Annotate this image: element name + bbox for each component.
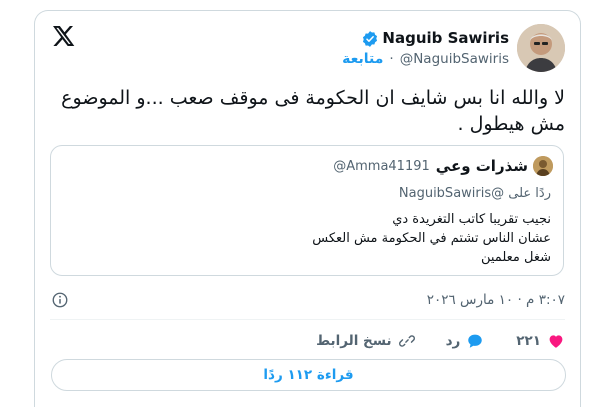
link-icon — [398, 335, 415, 347]
heart-icon — [549, 335, 563, 348]
author-avatar[interactable] — [517, 24, 565, 72]
reply-prefix: ردًا على — [508, 186, 551, 201]
copy-link-label: نسخ الرابط — [316, 333, 392, 349]
author-names: Naguib Sawiris متابعة · @NaguibSawiris — [342, 29, 509, 67]
read-replies-button[interactable]: قراءة ١١٢ ردًا — [51, 359, 566, 391]
verified-badge-icon — [363, 30, 378, 47]
like-button[interactable]: ٢٢١ — [516, 332, 565, 350]
quoted-author-handle[interactable]: @Amma41191 — [333, 159, 430, 174]
author-block[interactable]: Naguib Sawiris متابعة · @NaguibSawiris — [342, 23, 565, 73]
tweet-card: Naguib Sawiris متابعة · @NaguibSawiris ل… — [34, 10, 581, 407]
tweet-timestamp[interactable]: ٣:٠٧ م · ١٠ مارس ٢٠٢٦ — [427, 292, 565, 308]
tweet-meta: ٣:٠٧ م · ١٠ مارس ٢٠٢٦ — [51, 289, 565, 311]
reply-to-mention[interactable]: @NaguibSawiris — [399, 186, 504, 201]
author-display-name[interactable]: Naguib Sawiris — [382, 29, 509, 48]
reply-label: رد — [445, 333, 461, 349]
quoted-author-avatar[interactable] — [533, 156, 553, 176]
separator-dot: · — [389, 51, 394, 67]
tweet-actions: نسخ الرابط رد ٢٢١ — [55, 329, 565, 353]
divider — [50, 319, 565, 320]
copy-link-button[interactable]: نسخ الرابط — [316, 332, 415, 350]
quoted-tweet-text: نجيب تقريبا كاتب التغريدة دي عشان الناس … — [312, 212, 551, 265]
quoted-author-name[interactable]: شذرات وعي — [436, 157, 528, 175]
quoted-tweet-header: شذرات وعي @Amma41191 — [333, 156, 553, 176]
tweet-text: لا والله انا بس شايف ان الحكومة فى موقف … — [61, 87, 565, 135]
info-icon[interactable] — [51, 291, 69, 309]
reply-button[interactable]: رد — [446, 332, 485, 350]
reply-bubble-icon — [468, 334, 483, 348]
author-handle[interactable]: @NaguibSawiris — [400, 51, 509, 67]
x-logo-icon[interactable] — [51, 24, 75, 48]
like-count: ٢٢١ — [516, 333, 541, 349]
quoted-tweet[interactable]: شذرات وعي @Amma41191 ردًا على @NaguibSaw… — [50, 145, 564, 276]
quoted-reply-context: ردًا على @NaguibSawiris — [399, 186, 551, 201]
follow-button[interactable]: متابعة — [342, 51, 383, 67]
